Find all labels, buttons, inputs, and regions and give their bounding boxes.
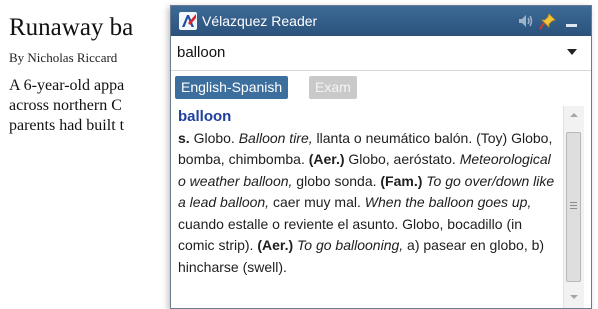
scrollbar[interactable] [563, 106, 584, 308]
definition-segment: globo sonda. [292, 172, 381, 189]
definition-segment: Balloon tire, [238, 129, 313, 146]
article-headline: Runaway ba [9, 14, 134, 41]
scroll-up-icon[interactable] [568, 110, 580, 120]
definition-segment: Globo, aeróstato. [344, 151, 460, 167]
pin-icon[interactable] [539, 12, 557, 30]
article-body: A 6-year-old appa across northern C pare… [9, 76, 124, 136]
search-bar [171, 36, 591, 71]
definition-segment: When the balloon goes up, [364, 194, 532, 210]
article-byline: By Nicholas Riccard [9, 50, 118, 65]
app-logo-icon [179, 12, 197, 30]
definition-segment: Globo. [189, 129, 239, 146]
definition-segment: s. [178, 129, 190, 146]
search-input[interactable] [177, 41, 557, 63]
article-line: across northern C [9, 97, 122, 114]
scroll-thumb[interactable] [566, 132, 581, 282]
definition-segment: (Fam.) [380, 172, 423, 189]
tab-english-spanish[interactable]: English-Spanish [175, 76, 289, 99]
entry-headword: balloon [178, 108, 232, 125]
definition-segment: caer muy mal. [269, 194, 365, 210]
article-line: parents had built t [9, 117, 125, 134]
tab-exam[interactable]: Exam [309, 76, 357, 99]
chevron-down-icon[interactable] [567, 48, 577, 56]
definition-pane: balloon s. Globo. Balloon tire, llanta o… [178, 106, 558, 308]
scroll-down-icon[interactable] [568, 292, 580, 302]
definition-segment: (Aer.) [257, 237, 294, 253]
entry-definition: s. Globo. Balloon tire, llanta o neumáti… [178, 128, 558, 279]
speaker-icon[interactable] [517, 12, 535, 30]
definition-segment: (Aer.) [308, 151, 345, 167]
article-line: A 6-year-old appa [9, 77, 125, 94]
title-bar[interactable]: Vélazquez Reader [171, 6, 591, 36]
minimize-icon[interactable] [563, 12, 581, 30]
app-title: Vélazquez Reader [202, 13, 318, 29]
dictionary-popup: Vélazquez Reader English-Spanish Exam ba… [170, 5, 592, 309]
grip-icon [570, 202, 577, 209]
definition-segment: To go ballooning, [297, 237, 404, 253]
